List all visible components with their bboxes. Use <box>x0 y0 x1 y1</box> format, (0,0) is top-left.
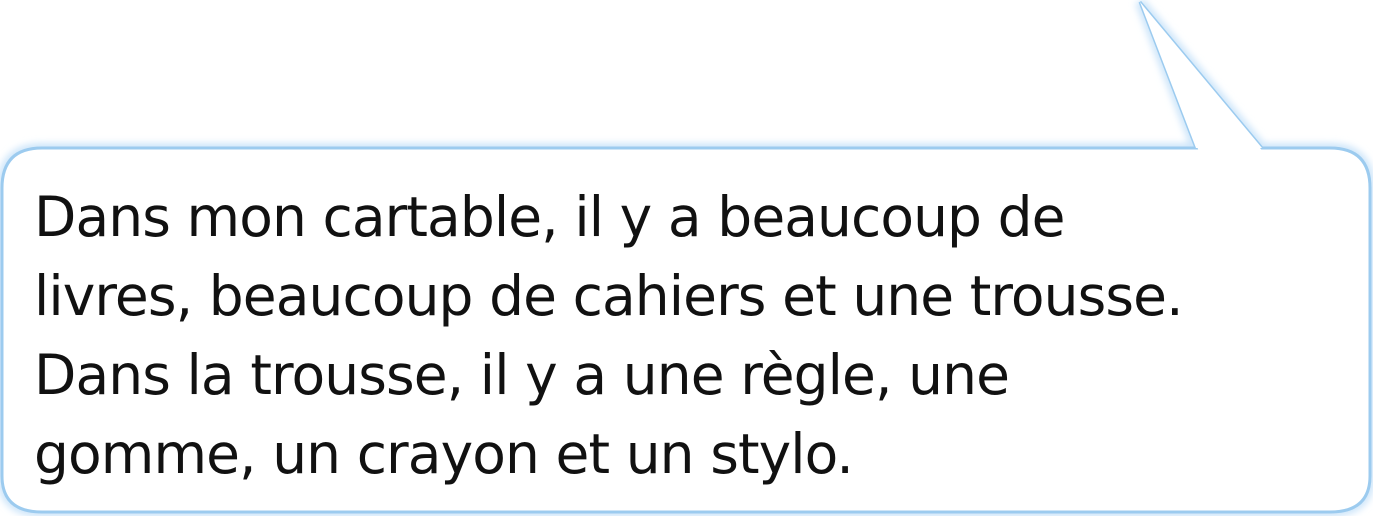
speech-line: Dans la trousse, il y a une règle, une <box>34 343 1010 407</box>
speech-line: Dans mon cartable, il y a beaucoup de <box>34 185 1066 249</box>
speech-bubble-text: Dans mon cartable, il y a beaucoup de li… <box>34 178 1274 494</box>
speech-line: gomme, un crayon et un stylo. <box>34 422 854 486</box>
speech-line: livres, beaucoup de cahiers et une trous… <box>34 264 1184 328</box>
speech-bubble: Dans mon cartable, il y a beaucoup de li… <box>0 0 1373 516</box>
